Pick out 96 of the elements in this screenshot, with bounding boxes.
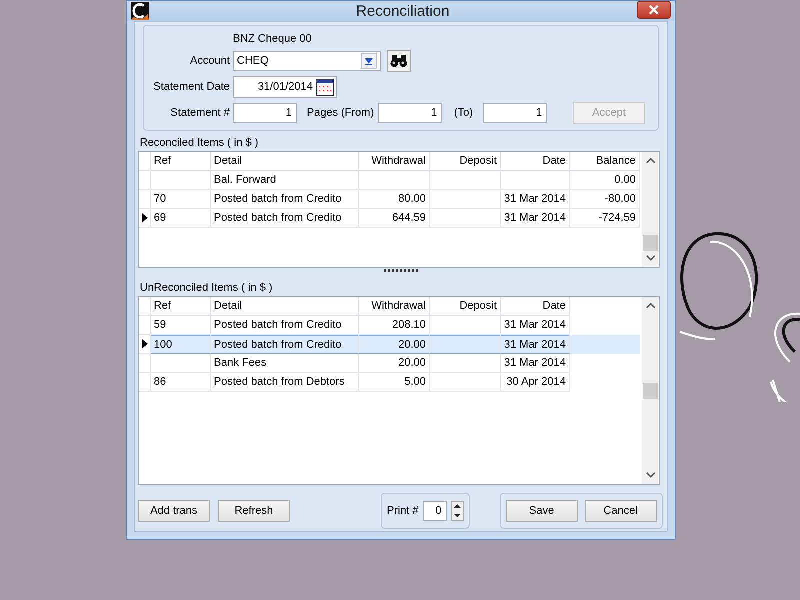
table-cell bbox=[359, 171, 430, 190]
column-header[interactable]: Ref bbox=[151, 297, 211, 316]
table-cell: 86 bbox=[151, 373, 211, 392]
table-cell: 20.00 bbox=[359, 335, 430, 354]
table-cell: Bal. Forward bbox=[211, 171, 359, 190]
table-cell bbox=[430, 316, 501, 335]
table-cell: 208.10 bbox=[359, 316, 430, 335]
row-header[interactable] bbox=[139, 209, 151, 228]
table-cell: 31 Mar 2014 bbox=[501, 335, 570, 354]
grid-row[interactable]: 100 Posted batch from Credito 20.00 31 Mar 2014 bbox=[139, 335, 642, 354]
scroll-down-icon[interactable] bbox=[646, 472, 656, 479]
column-header[interactable]: Ref bbox=[151, 152, 211, 171]
table-cell bbox=[430, 335, 501, 354]
field-label: Statement # bbox=[170, 107, 231, 119]
table-cell: 31 Mar 2014 bbox=[501, 316, 570, 335]
account-dropdown[interactable]: CHEQ bbox=[233, 51, 381, 71]
app-icon bbox=[131, 2, 149, 20]
pages-to-field[interactable]: 1 bbox=[483, 103, 548, 123]
save-button[interactable]: Save bbox=[506, 500, 578, 522]
section-title: UnReconciled Items ( in $ ) bbox=[140, 281, 274, 295]
field-label: (To) bbox=[454, 107, 474, 119]
scrollbar[interactable] bbox=[642, 297, 659, 484]
statement-date-field[interactable]: 31/01/2014 bbox=[233, 76, 337, 98]
scroll-up-icon[interactable] bbox=[646, 157, 656, 164]
column-header[interactable]: Deposit bbox=[430, 152, 501, 171]
grid-row[interactable]: 70 Posted batch from Credito 80.00 31 Mar 2014 -80.00 bbox=[139, 190, 642, 209]
cancel-button[interactable]: Cancel bbox=[584, 500, 657, 522]
table-cell bbox=[430, 354, 501, 373]
table-cell: 59 bbox=[151, 316, 211, 335]
print-number-field[interactable]: 0 bbox=[422, 501, 447, 521]
column-header[interactable]: Balance bbox=[570, 152, 640, 171]
grid-row[interactable]: Bank Fees 20.00 31 Mar 2014 bbox=[139, 354, 642, 373]
splitter-grip[interactable] bbox=[384, 269, 418, 272]
grid-row[interactable]: 86 Posted batch from Debtors 5.00 30 Apr 2014 bbox=[139, 373, 642, 392]
column-header[interactable]: Detail bbox=[211, 152, 359, 171]
scroll-thumb[interactable] bbox=[643, 383, 658, 399]
pages-from-field[interactable]: 1 bbox=[378, 103, 442, 123]
table-cell: -724.59 bbox=[570, 209, 640, 228]
table-cell: Posted batch from Credito bbox=[211, 335, 359, 354]
close-button[interactable] bbox=[637, 1, 671, 19]
column-header[interactable]: Withdrawal bbox=[359, 152, 430, 171]
statement-number-field[interactable]: 1 bbox=[233, 103, 297, 123]
table-cell: Posted batch from Debtors bbox=[211, 373, 359, 392]
table-cell: Posted batch from Credito bbox=[211, 190, 359, 209]
grid-row[interactable]: 59 Posted batch from Credito 208.10 31 Mar 2014 bbox=[139, 316, 642, 335]
table-cell: 5.00 bbox=[359, 373, 430, 392]
table-cell: 100 bbox=[151, 335, 211, 354]
table-cell: Bank Fees bbox=[211, 354, 359, 373]
table-cell: -80.00 bbox=[570, 190, 640, 209]
table-cell bbox=[430, 171, 501, 190]
scroll-thumb[interactable] bbox=[643, 235, 658, 251]
window-title: Reconciliation bbox=[355, 2, 451, 20]
field-label: Pages (From) bbox=[307, 107, 374, 119]
table-cell: Posted batch from Credito bbox=[211, 209, 359, 228]
close-icon bbox=[649, 5, 659, 15]
grid-row[interactable]: 69 Posted batch from Credito 644.59 31 Mar 2014 -724.59 bbox=[139, 209, 642, 228]
column-header[interactable]: Date bbox=[501, 152, 570, 171]
row-header[interactable] bbox=[139, 335, 151, 354]
grid-row[interactable]: Bal. Forward 0.00 bbox=[139, 171, 642, 190]
section-title: Reconciled Items ( in $ ) bbox=[140, 136, 260, 150]
down-arrow-icon bbox=[452, 511, 463, 520]
table-cell: 20.00 bbox=[359, 354, 430, 373]
field-label: Account bbox=[189, 55, 231, 67]
scroll-down-icon[interactable] bbox=[646, 255, 656, 262]
table-cell bbox=[430, 190, 501, 209]
table-cell: 70 bbox=[151, 190, 211, 209]
column-header[interactable]: Detail bbox=[211, 297, 359, 316]
bank-name: BNZ Cheque 00 bbox=[233, 33, 312, 45]
calendar-icon bbox=[316, 78, 334, 96]
table-cell bbox=[430, 373, 501, 392]
spinner[interactable] bbox=[450, 501, 464, 521]
table-cell: 80.00 bbox=[359, 190, 430, 209]
table-cell: 30 Apr 2014 bbox=[501, 373, 570, 392]
table-cell: Posted batch from Credito bbox=[211, 316, 359, 335]
table-cell bbox=[151, 171, 211, 190]
scrollbar[interactable] bbox=[642, 152, 659, 267]
find-button[interactable] bbox=[387, 50, 411, 72]
refresh-button[interactable]: Refresh bbox=[218, 500, 290, 522]
field-label: Statement Date bbox=[152, 81, 231, 93]
table-cell: 31 Mar 2014 bbox=[501, 354, 570, 373]
table-cell: 31 Mar 2014 bbox=[501, 190, 570, 209]
table-cell bbox=[151, 354, 211, 373]
column-header[interactable]: Date bbox=[501, 297, 570, 316]
column-header[interactable]: Deposit bbox=[430, 297, 501, 316]
table-cell: 69 bbox=[151, 209, 211, 228]
scroll-up-icon[interactable] bbox=[646, 302, 656, 309]
table-cell: 0.00 bbox=[570, 171, 640, 190]
add-trans-button[interactable]: Add trans bbox=[138, 500, 210, 522]
table-cell bbox=[430, 209, 501, 228]
binoculars-icon bbox=[390, 54, 408, 68]
table-cell bbox=[501, 171, 570, 190]
table-cell: 31 Mar 2014 bbox=[501, 209, 570, 228]
up-arrow-icon bbox=[452, 502, 463, 511]
column-header[interactable]: Withdrawal bbox=[359, 297, 430, 316]
print-label: Print # bbox=[387, 505, 419, 517]
table-cell: 644.59 bbox=[359, 209, 430, 228]
